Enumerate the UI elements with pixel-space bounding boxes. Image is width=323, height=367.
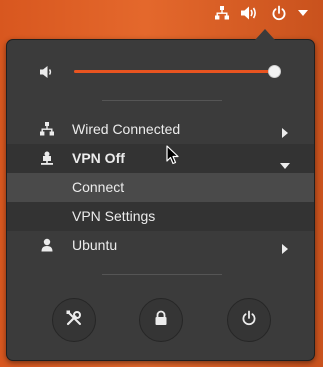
volume-high-icon[interactable] (240, 4, 258, 22)
mouse-cursor-icon (166, 145, 180, 165)
menu-item-label: Connect (72, 179, 125, 195)
chevron-down-icon (280, 156, 290, 169)
chevron-down-icon[interactable] (296, 4, 310, 22)
menu-item-vpn[interactable]: VPN Off (7, 144, 314, 173)
chevron-right-icon (281, 241, 289, 254)
system-menu: Wired Connected VPN Off Connect VPN Sett… (6, 39, 315, 361)
vpn-icon (39, 150, 55, 166)
menu-item-connect[interactable]: Connect (7, 173, 314, 202)
volume-slider-fill (74, 70, 274, 73)
menu-item-label: Wired Connected (72, 121, 181, 137)
volume-slider[interactable] (74, 65, 281, 78)
power-icon[interactable] (270, 4, 288, 22)
menu-item-vpn-settings[interactable]: VPN Settings (7, 202, 314, 231)
volume-slider-knob[interactable] (267, 65, 281, 78)
settings-tools-icon (65, 309, 83, 332)
volume-row (7, 54, 316, 90)
separator (102, 274, 222, 275)
top-panel (0, 0, 323, 26)
settings-button[interactable] (52, 298, 96, 342)
chevron-right-icon (281, 125, 289, 138)
menu-item-user[interactable]: Ubuntu (7, 231, 314, 260)
menu-pointer (255, 29, 275, 40)
menu-item-label: Ubuntu (72, 237, 118, 253)
power-icon (241, 310, 257, 331)
lock-icon (154, 310, 168, 331)
menu-item-label: VPN Off (72, 150, 125, 166)
user-icon (39, 237, 55, 253)
separator (102, 100, 222, 101)
menu-item-wired[interactable]: Wired Connected (7, 115, 314, 144)
volume-low-icon (39, 64, 55, 80)
power-off-button[interactable] (227, 298, 271, 342)
lock-button[interactable] (139, 298, 183, 342)
menu-item-label: VPN Settings (72, 208, 156, 224)
network-wired-icon[interactable] (213, 4, 231, 22)
network-wired-icon (39, 121, 55, 137)
